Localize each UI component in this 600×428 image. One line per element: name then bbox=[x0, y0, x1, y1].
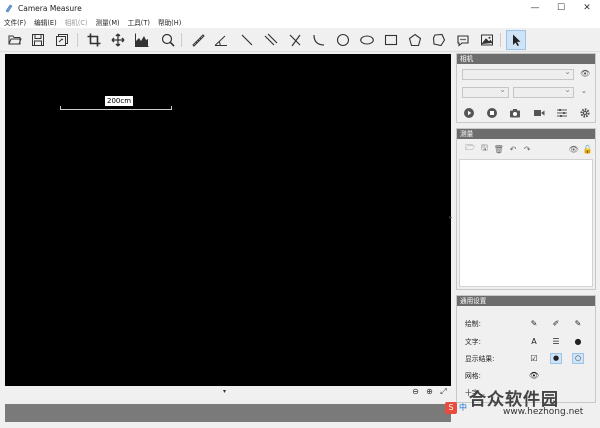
window-controls: — ☐ ✕ bbox=[522, 0, 600, 16]
menu-file[interactable]: 文件(F) bbox=[4, 17, 26, 27]
app-window: Camera Measure — ☐ ✕ 文件(F) 编辑(E) 相机(C) 测… bbox=[0, 0, 600, 428]
checkbox-icon[interactable]: ☑ bbox=[523, 354, 545, 363]
bubble-filled-icon[interactable]: ● bbox=[550, 352, 562, 364]
resolution-select[interactable] bbox=[462, 85, 509, 98]
measure-panel: 测量 🗁 🖫 🗑 ↶ ↷ 👁 🔓 bbox=[456, 128, 596, 290]
gear-icon[interactable] bbox=[578, 107, 592, 119]
text-bubble-icon[interactable]: ● bbox=[567, 337, 589, 346]
camera-select[interactable] bbox=[462, 67, 574, 80]
edit-icon[interactable]: ✐ bbox=[545, 319, 567, 328]
close-button[interactable]: ✕ bbox=[574, 0, 600, 16]
arc-icon[interactable] bbox=[311, 32, 327, 48]
status-bar bbox=[5, 404, 451, 422]
save-icon[interactable]: 🖫 bbox=[477, 142, 491, 156]
play-icon[interactable] bbox=[462, 107, 476, 119]
comment-icon[interactable] bbox=[455, 32, 471, 48]
setting-label: 绘制: bbox=[465, 320, 481, 328]
zoom-icon[interactable] bbox=[160, 32, 176, 48]
eye-icon[interactable]: 👁 bbox=[580, 69, 590, 78]
camera-snapshot-icon[interactable] bbox=[508, 107, 522, 119]
eye-icon[interactable]: 👁 bbox=[523, 371, 545, 380]
save-as-icon[interactable] bbox=[54, 32, 70, 48]
redo-icon[interactable]: ↷ bbox=[520, 145, 534, 154]
rectangle-icon[interactable] bbox=[383, 32, 399, 48]
line-icon[interactable] bbox=[239, 32, 255, 48]
open-folder-icon[interactable] bbox=[7, 32, 23, 48]
camera-actions bbox=[462, 107, 592, 119]
toolbar bbox=[0, 28, 600, 52]
collapse-right-icon[interactable]: ▸ bbox=[449, 214, 452, 221]
scale-label: 200cm bbox=[105, 96, 134, 106]
font-size-icon[interactable]: A bbox=[523, 337, 545, 346]
pen-width-icon[interactable]: ✎ bbox=[523, 319, 545, 328]
ruler-icon[interactable] bbox=[190, 32, 206, 48]
setting-row-display-results: 显示结果: ☑ ● ○ bbox=[465, 351, 593, 365]
toolbar-separator bbox=[77, 33, 78, 47]
pentagon-icon[interactable] bbox=[407, 32, 423, 48]
cross-lines-icon[interactable] bbox=[287, 32, 303, 48]
scale-bar bbox=[60, 106, 172, 110]
measurement-list[interactable] bbox=[459, 159, 593, 287]
ellipse-icon[interactable] bbox=[359, 32, 375, 48]
setting-row-grid: 网格: 👁 bbox=[465, 368, 593, 382]
canvas-bottom-strip: ▾ ⊖ ⊕ ⤢ bbox=[5, 386, 451, 402]
setting-label: 显示结果: bbox=[465, 355, 495, 363]
format-select[interactable] bbox=[513, 85, 574, 98]
move-icon[interactable] bbox=[110, 32, 126, 48]
menu-measure[interactable]: 测量(M) bbox=[96, 17, 120, 27]
pointer-icon[interactable] bbox=[506, 30, 526, 50]
angle-icon[interactable] bbox=[213, 32, 229, 48]
zoom-in-icon[interactable]: ⊕ bbox=[424, 387, 435, 397]
menu-edit[interactable]: 编辑(E) bbox=[34, 17, 57, 27]
menu-camera[interactable]: 相机(C) bbox=[65, 17, 88, 27]
chevron-down-icon[interactable]: ▾ bbox=[223, 388, 226, 395]
measure-toolbar: 🗁 🖫 🗑 ↶ ↷ 👁 🔓 bbox=[457, 139, 595, 159]
sogou-badge: S bbox=[445, 402, 457, 414]
settings-panel-title: 通用设置 bbox=[457, 296, 595, 306]
camera-panel: 相机 👁 ⌄ bbox=[456, 53, 596, 123]
app-icon bbox=[5, 4, 13, 13]
parallel-lines-icon[interactable] bbox=[263, 32, 279, 48]
menu-bar: 文件(F) 编辑(E) 相机(C) 测量(M) 工具(T) 帮助(H) bbox=[0, 16, 600, 28]
setting-label: 网格: bbox=[465, 372, 481, 380]
measure-panel-title: 测量 bbox=[457, 129, 595, 139]
edit-fill-icon[interactable]: ✎ bbox=[567, 319, 589, 328]
setting-row-draw: 绘制: ✎ ✐ ✎ bbox=[465, 316, 593, 330]
maximize-button[interactable]: ☐ bbox=[548, 0, 574, 16]
watermark-url: www.hezhong.net bbox=[503, 407, 584, 417]
stop-icon[interactable] bbox=[485, 107, 499, 119]
circle-icon[interactable] bbox=[335, 32, 351, 48]
setting-label: 文字: bbox=[465, 338, 481, 346]
unlock-icon[interactable]: 🔓 bbox=[581, 145, 595, 154]
title-bar: Camera Measure — ☐ ✕ bbox=[0, 0, 600, 16]
menu-help[interactable]: 帮助(H) bbox=[158, 17, 181, 27]
text-style-icon[interactable]: ☰ bbox=[545, 337, 567, 346]
visibility-icon[interactable]: 👁 bbox=[566, 145, 580, 154]
expand-chevron-icon[interactable]: ⌄ bbox=[581, 87, 587, 95]
bubble-outline-icon[interactable]: ○ bbox=[572, 352, 584, 364]
crop-icon[interactable] bbox=[86, 32, 102, 48]
watermark: S 中 合众软件园 www.hezhong.net bbox=[443, 385, 598, 427]
ime-badge: 中 bbox=[459, 403, 467, 412]
video-record-icon[interactable] bbox=[532, 107, 546, 119]
polygon-icon[interactable] bbox=[431, 32, 447, 48]
save-icon[interactable] bbox=[30, 32, 46, 48]
camera-panel-title: 相机 bbox=[457, 54, 595, 64]
toolbar-separator bbox=[181, 33, 182, 47]
image-icon[interactable] bbox=[479, 32, 495, 48]
open-folder-icon[interactable]: 🗁 bbox=[463, 142, 477, 156]
window-title: Camera Measure bbox=[18, 3, 82, 13]
histogram-icon[interactable] bbox=[134, 32, 150, 48]
undo-icon[interactable]: ↶ bbox=[506, 145, 520, 154]
zoom-out-icon[interactable]: ⊖ bbox=[410, 387, 421, 397]
minimize-button[interactable]: — bbox=[522, 0, 548, 16]
setting-row-text: 文字: A ☰ ● bbox=[465, 334, 593, 348]
menu-tools[interactable]: 工具(T) bbox=[128, 17, 150, 27]
delete-icon[interactable]: 🗑 bbox=[492, 145, 506, 154]
image-canvas[interactable]: 200cm bbox=[5, 54, 451, 386]
toolbar-separator bbox=[500, 33, 501, 47]
sliders-icon[interactable] bbox=[555, 107, 569, 119]
